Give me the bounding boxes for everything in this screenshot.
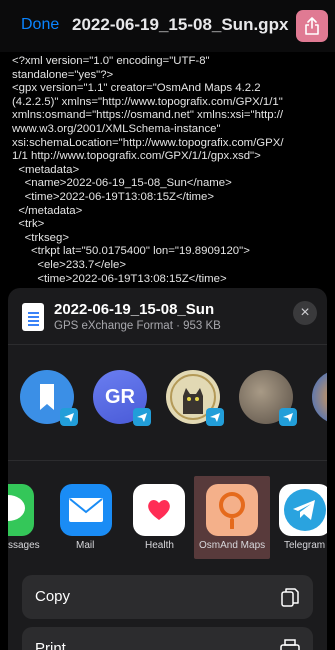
avatar [312, 370, 327, 424]
app-label: Mail [76, 540, 95, 551]
contact-name [20, 427, 74, 431]
heart-icon [148, 500, 170, 520]
telegram-badge-icon [279, 408, 297, 426]
action-label: Print [35, 640, 66, 650]
app-label: Telegram [284, 540, 326, 551]
viewer-nav-bar: Done 2022-06-19_15-08_Sun.gpx [0, 0, 335, 52]
contact-name [166, 427, 220, 431]
file-header: 2022-06-19_15-08_Sun GPS eXchange Format… [8, 288, 327, 340]
xml-line: </metadata> [12, 204, 83, 217]
app-label: ssages [8, 540, 40, 551]
telegram-badge-icon [206, 408, 224, 426]
mail-icon [69, 498, 103, 522]
xml-line: <time>2022-06-19T13:08:15Z</time> [12, 190, 214, 203]
xml-line: <trkpt lat="50.0175400" lon="19.8909120"… [12, 245, 250, 258]
xml-line: standalone="yes"?> [12, 68, 114, 81]
divider [8, 344, 327, 345]
xml-line: <metadata> [12, 163, 80, 176]
xml-line: <trk> [12, 218, 45, 231]
xml-line: <trkseg> [12, 231, 69, 244]
telegram-badge-icon [60, 408, 78, 426]
file-name: 2022-06-19_15-08_Sun [54, 301, 215, 318]
telegram-icon [284, 489, 326, 531]
contact-suggestion[interactable]: GR [93, 370, 151, 426]
osmand-icon [219, 492, 245, 529]
xml-line: <?xml version="1.0" encoding="UTF-8" [12, 55, 210, 67]
xml-line: www.w3.org/2001/XMLSchema-instance" [12, 122, 221, 135]
xml-line: 1/1 http://www.topografix.com/GPX/1/1/gp… [12, 150, 261, 163]
app-health[interactable] [133, 484, 185, 536]
xml-line: (4.2.2.5)" xmlns="http://www.topografix.… [12, 95, 283, 108]
print-action[interactable]: Print [22, 627, 313, 650]
xml-line: <gpx version="1.1" creator="OsmAnd Maps … [12, 82, 261, 95]
xml-line: <ele>233.7</ele> [12, 258, 126, 271]
messages-icon [8, 495, 25, 521]
copy-action[interactable]: Copy [22, 575, 313, 619]
file-title: 2022-06-19_15-08_Sun.gpx [72, 15, 289, 34]
done-button[interactable]: Done [21, 16, 59, 34]
contact-suggestion[interactable] [166, 370, 224, 426]
action-label: Copy [35, 588, 71, 605]
contact-name [239, 427, 293, 431]
copy-icon [281, 588, 299, 607]
xml-line: <time>2022-06-19T13:08:15Z</time> [12, 272, 227, 285]
xml-line: <name>2022-06-19_15-08_Sun</name> [12, 177, 232, 190]
telegram-badge-icon [133, 408, 151, 426]
contact-suggestion[interactable] [20, 370, 78, 426]
app-label: Health [145, 540, 174, 551]
xml-content[interactable]: <?xml version="1.0" encoding="UTF-8" sta… [0, 52, 335, 292]
document-icon [22, 303, 44, 331]
contact-suggestion[interactable] [239, 370, 297, 426]
divider [8, 460, 327, 461]
contact-suggestion[interactable] [312, 370, 327, 424]
xml-line: xmlns:osmand="https://osmand.net" xmlns:… [12, 109, 284, 122]
app-label: OsmAnd Maps [199, 540, 266, 551]
contact-name [93, 427, 147, 431]
app-osmand-maps[interactable] [206, 484, 258, 536]
app-telegram[interactable] [279, 484, 327, 536]
xml-line: xsi:schemaLocation="http://www.topografi… [12, 136, 284, 149]
file-meta: GPS eXchange Format · 953 KB [54, 320, 221, 332]
share-button[interactable] [296, 10, 328, 42]
share-sheet: 2022-06-19_15-08_Sun GPS eXchange Format… [8, 288, 327, 650]
print-icon [280, 639, 300, 650]
close-button[interactable]: × [293, 301, 317, 325]
app-messages[interactable] [8, 484, 34, 536]
avatar-initials: GR [105, 385, 135, 408]
app-mail[interactable] [60, 484, 112, 536]
close-icon: × [300, 304, 310, 321]
share-icon [305, 17, 319, 35]
